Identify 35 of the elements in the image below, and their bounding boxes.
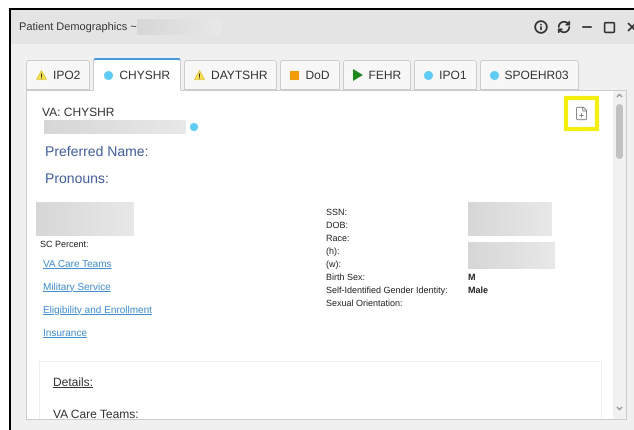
add-document-button[interactable] <box>564 96 599 131</box>
warning-icon <box>36 70 47 80</box>
section-heading: VA Care Teams: <box>53 406 140 419</box>
field-label: Birth Sex: <box>326 270 366 284</box>
info-icon[interactable] <box>534 20 548 34</box>
square-icon <box>290 70 300 80</box>
pronouns-label: Pronouns: <box>44 169 110 188</box>
tab[interactable]: DAYTSHR <box>184 60 278 90</box>
tab[interactable]: FEHR <box>342 60 412 90</box>
field-label: SSN: <box>326 206 348 219</box>
preferred-name-label: Preferred Name: <box>44 142 150 161</box>
scroll-thumb[interactable] <box>616 104 623 159</box>
scrollbar[interactable] <box>613 91 626 419</box>
tab[interactable]: SPOEHR03 <box>480 60 579 90</box>
field-value: M <box>468 270 476 284</box>
window-title: Patient Demographics ~ <box>19 20 137 35</box>
field-label: Self-Identified Gender Identity: <box>326 284 449 297</box>
tab[interactable]: DoD <box>280 60 340 90</box>
sc-percent-label: SC Percent: <box>39 238 89 251</box>
field-value: Male <box>468 284 488 297</box>
add-document-icon <box>574 106 589 121</box>
field-label: (w): <box>326 258 342 271</box>
maximize-icon[interactable] <box>603 20 616 34</box>
details-heading: Details: <box>53 374 94 390</box>
field-label: Race: <box>326 232 351 245</box>
play-icon <box>352 69 362 81</box>
refresh-icon[interactable] <box>557 20 571 34</box>
source-label: VA: CHYSHR <box>42 104 114 121</box>
field-label: DOB: <box>326 218 350 232</box>
warning-icon <box>194 70 206 80</box>
field-label: Sexual Orientation: <box>326 296 404 310</box>
field-label: (h): <box>326 244 340 258</box>
tab[interactable]: IPO1 <box>414 60 477 90</box>
tab[interactable]: CHYSHR <box>93 58 182 91</box>
tab[interactable]: IPO2 <box>26 60 90 90</box>
